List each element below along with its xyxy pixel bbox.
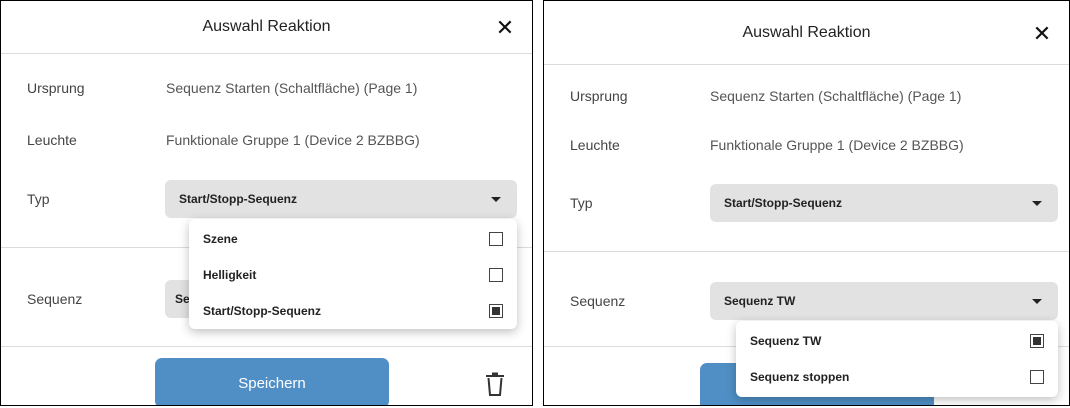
menu-item-label: Sequenz TW — [750, 334, 822, 348]
chevron-down-icon — [491, 197, 501, 202]
checkbox-icon[interactable] — [489, 304, 503, 318]
dialog-right: Auswahl Reaktion ✕ Ursprung Sequenz Star… — [543, 0, 1070, 406]
typ-label: Typ — [27, 191, 50, 207]
ursprung-value: Sequenz Starten (Schaltfläche) (Page 1) — [166, 80, 418, 96]
header-divider — [544, 64, 1069, 65]
dialog-title: Auswahl Reaktion — [202, 18, 331, 35]
dialog-left: Auswahl Reaktion ✕ Ursprung Sequenz Star… — [0, 0, 533, 406]
menu-item-sequenz-tw[interactable]: Sequenz TW — [736, 323, 1058, 359]
checkbox-icon[interactable] — [489, 232, 503, 246]
sequenz-select-value: Se — [175, 292, 190, 306]
trash-icon[interactable] — [484, 372, 506, 396]
sequenz-select-value: Sequenz TW — [724, 294, 796, 308]
sequenz-label: Sequenz — [570, 293, 626, 309]
typ-select[interactable]: Start/Stopp-Sequenz — [165, 180, 517, 218]
typ-dropdown-menu: Szene Helligkeit Start/Stopp-Sequenz — [189, 219, 517, 329]
menu-item-label: Start/Stopp-Sequenz — [203, 304, 322, 318]
menu-item-label: Helligkeit — [203, 268, 257, 282]
leuchte-label: Leuchte — [570, 137, 620, 153]
menu-item-sequenz-stoppen[interactable]: Sequenz stoppen — [736, 359, 1058, 395]
chevron-down-icon — [1032, 201, 1042, 206]
footer-divider — [1, 346, 532, 347]
ursprung-value: Sequenz Starten (Schaltfläche) (Page 1) — [710, 88, 962, 104]
typ-select-value: Start/Stopp-Sequenz — [179, 192, 298, 206]
ursprung-label: Ursprung — [27, 80, 85, 96]
ursprung-label: Ursprung — [570, 88, 628, 104]
menu-item-szene[interactable]: Szene — [189, 221, 517, 257]
close-icon[interactable]: ✕ — [1029, 21, 1055, 47]
dialog-title: Auswahl Reaktion — [742, 24, 871, 41]
menu-item-label: Szene — [203, 232, 238, 246]
typ-select-value: Start/Stopp-Sequenz — [724, 196, 843, 210]
leuchte-value: Funktionale Gruppe 1 (Device 2 BZBBG) — [166, 132, 420, 148]
section-divider — [544, 251, 1069, 252]
sequenz-label: Sequenz — [27, 291, 83, 307]
sequenz-select[interactable]: Sequenz TW — [710, 282, 1058, 320]
menu-item-label: Sequenz stoppen — [750, 370, 850, 384]
menu-item-helligkeit[interactable]: Helligkeit — [189, 257, 517, 293]
header-divider — [1, 53, 532, 54]
sequenz-dropdown-menu: Sequenz TW Sequenz stoppen — [736, 321, 1058, 397]
menu-item-start-stopp-sequenz[interactable]: Start/Stopp-Sequenz — [189, 293, 517, 329]
leuchte-value: Funktionale Gruppe 1 (Device 2 BZBBG) — [710, 137, 964, 153]
typ-label: Typ — [570, 195, 593, 211]
close-icon[interactable]: ✕ — [492, 15, 518, 41]
checkbox-icon[interactable] — [1030, 334, 1044, 348]
checkbox-icon[interactable] — [489, 268, 503, 282]
checkbox-icon[interactable] — [1030, 370, 1044, 384]
chevron-down-icon — [1032, 299, 1042, 304]
save-button[interactable]: Speichern — [155, 358, 389, 405]
typ-select[interactable]: Start/Stopp-Sequenz — [710, 184, 1058, 222]
leuchte-label: Leuchte — [27, 132, 77, 148]
